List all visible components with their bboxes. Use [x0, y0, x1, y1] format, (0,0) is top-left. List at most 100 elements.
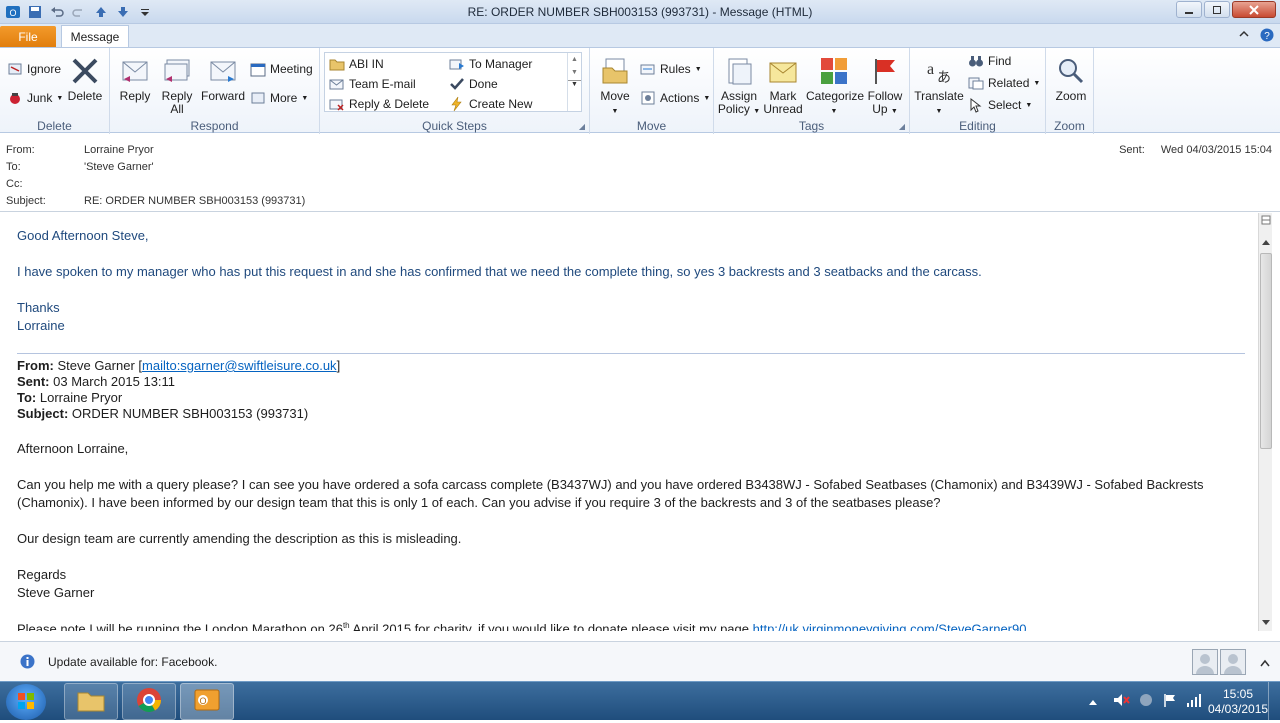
- quoted-mailto-link[interactable]: mailto:sgarner@swiftleisure.co.uk: [142, 358, 337, 373]
- tab-file[interactable]: File: [0, 26, 56, 48]
- quickstep-abi-in[interactable]: ABI IN: [329, 55, 384, 73]
- related-button[interactable]: Related ▼: [968, 74, 1040, 92]
- to-value[interactable]: 'Steve Garner': [84, 161, 154, 173]
- status-icon[interactable]: [1138, 692, 1154, 711]
- move-folder-icon: [599, 54, 631, 88]
- quoted-from-value: Steve Garner [: [57, 358, 143, 373]
- scroll-up-arrow[interactable]: [1259, 235, 1273, 249]
- chevron-down-icon: ▼: [1025, 101, 1033, 109]
- quickstep-done[interactable]: Done: [449, 75, 498, 93]
- actions-button[interactable]: Actions ▼: [640, 89, 710, 107]
- clock-time: 15:05: [1222, 686, 1254, 701]
- sent-label: Sent:: [1119, 144, 1145, 156]
- reply-icon: [119, 54, 151, 88]
- assign-policy-button[interactable]: Assign Policy ▼: [714, 54, 764, 118]
- tab-message[interactable]: Message: [61, 25, 129, 48]
- scroll-up-icon[interactable]: ▲: [568, 56, 581, 63]
- taskbar-clock[interactable]: 15:05 04/03/2015: [1208, 687, 1268, 717]
- quoted-paragraph-line-1: Can you help me with a query please? I c…: [17, 477, 1204, 492]
- update-notification[interactable]: Update available for: Facebook.: [48, 655, 217, 669]
- related-icon: [968, 75, 984, 91]
- show-hidden-icons-icon[interactable]: [1088, 695, 1098, 709]
- network-signal-icon[interactable]: [1186, 692, 1202, 711]
- delete-group-label: Delete: [37, 119, 72, 133]
- quickstep-create-new[interactable]: Create New: [449, 95, 532, 113]
- junk-button[interactable]: Junk ▼: [7, 89, 63, 107]
- sent-row: Sent: Wed 04/03/2015 15:04: [1119, 144, 1272, 156]
- from-value[interactable]: Lorraine Pryor: [84, 144, 154, 156]
- svg-text:あ: あ: [937, 70, 951, 86]
- taskbar-outlook[interactable]: O: [180, 683, 234, 720]
- greeting-text: Good Afternoon Steve,: [17, 228, 149, 243]
- select-button[interactable]: Select ▼: [968, 96, 1032, 114]
- ribbon: Ignore Junk ▼ Delete Delete Reply Reply …: [0, 47, 1280, 134]
- to-label: To:: [6, 161, 21, 173]
- quickstep-reply-delete[interactable]: Reply & Delete: [329, 95, 429, 113]
- expand-people-pane-icon[interactable]: [1260, 656, 1270, 670]
- message-header: From: Lorraine Pryor To: 'Steve Garner' …: [0, 134, 1280, 212]
- action-center-flag-icon[interactable]: [1162, 692, 1178, 711]
- cc-label: Cc:: [6, 178, 23, 190]
- split-view-icon[interactable]: [1259, 213, 1273, 227]
- zoom-group: Zoom Zoom: [1046, 48, 1094, 134]
- assign-policy-icon: [723, 54, 755, 88]
- close-button[interactable]: [1232, 1, 1276, 18]
- start-button[interactable]: [6, 684, 46, 720]
- quick-steps-group: ABI IN To Manager Team E-mail Done Reply…: [320, 48, 590, 134]
- zoom-button[interactable]: Zoom: [1046, 54, 1096, 103]
- expand-gallery-icon[interactable]: ▼: [568, 80, 581, 88]
- ignore-button[interactable]: Ignore: [7, 60, 61, 78]
- categorize-icon: [818, 54, 850, 88]
- calendar-icon: [250, 61, 266, 77]
- show-desktop-button[interactable]: [1268, 682, 1280, 721]
- find-button[interactable]: Find: [968, 52, 1011, 70]
- vertical-scrollbar[interactable]: [1258, 213, 1272, 631]
- avatar[interactable]: [1192, 649, 1218, 675]
- ignore-icon: [7, 61, 23, 77]
- follow-up-button[interactable]: Follow Up ▼: [860, 54, 910, 118]
- delete-button[interactable]: Delete: [60, 54, 110, 103]
- maximize-button[interactable]: [1204, 1, 1230, 18]
- dialog-launcher-icon[interactable]: ◢: [899, 122, 905, 131]
- categorize-button[interactable]: Categorize ▼: [806, 54, 864, 118]
- donation-link[interactable]: http://uk.virginmoneygiving.com/SteveGar…: [753, 621, 1027, 631]
- chevron-down-icon: ▼: [703, 94, 711, 102]
- svg-text:O: O: [199, 696, 206, 706]
- checkmark-icon: [449, 76, 465, 92]
- quoted-regards: Regards: [17, 567, 67, 582]
- move-button[interactable]: Move ▼: [590, 54, 640, 118]
- help-icon[interactable]: ?: [1260, 28, 1274, 45]
- folder-icon: [76, 687, 106, 716]
- scroll-thumb[interactable]: [1260, 253, 1272, 449]
- message-body[interactable]: Good Afternoon Steve, I have spoken to m…: [0, 213, 1258, 631]
- signoff-text: Lorraine: [17, 318, 65, 333]
- forward-button[interactable]: Forward: [198, 54, 248, 103]
- volume-muted-icon[interactable]: [1112, 692, 1130, 711]
- more-respond-button[interactable]: More ▼: [250, 89, 308, 107]
- more-icon: [250, 90, 266, 106]
- outlook-icon: O: [193, 687, 221, 716]
- reply-delete-icon: [329, 96, 345, 112]
- minimize-ribbon-icon[interactable]: [1238, 28, 1250, 45]
- taskbar-explorer[interactable]: [64, 683, 118, 720]
- zoom-group-label: Zoom: [1054, 119, 1085, 133]
- mark-unread-button[interactable]: Mark Unread: [758, 54, 808, 116]
- meeting-button[interactable]: Meeting: [250, 60, 313, 78]
- svg-text:a: a: [927, 61, 934, 78]
- translate-button[interactable]: aあ Translate ▼: [914, 54, 964, 118]
- quickstep-to-manager[interactable]: To Manager: [449, 55, 532, 73]
- quick-steps-scroll[interactable]: ▲ ▼ ▼: [567, 53, 581, 111]
- subject-value: RE: ORDER NUMBER SBH003153 (993731): [84, 195, 306, 207]
- taskbar-chrome[interactable]: [122, 683, 176, 720]
- minimize-button[interactable]: [1176, 1, 1202, 18]
- scroll-down-icon[interactable]: ▼: [568, 69, 581, 76]
- quickstep-team-email[interactable]: Team E-mail: [329, 75, 416, 93]
- rules-button[interactable]: Rules ▼: [640, 60, 702, 78]
- quoted-sent-label: Sent:: [17, 374, 50, 389]
- cursor-icon: [968, 97, 984, 113]
- dialog-launcher-icon[interactable]: ◢: [579, 122, 585, 131]
- avatar[interactable]: [1220, 649, 1246, 675]
- scroll-down-arrow[interactable]: [1259, 616, 1273, 630]
- reply-all-button[interactable]: Reply All: [152, 54, 202, 116]
- ribbon-tabs: File Message ?: [0, 24, 1280, 48]
